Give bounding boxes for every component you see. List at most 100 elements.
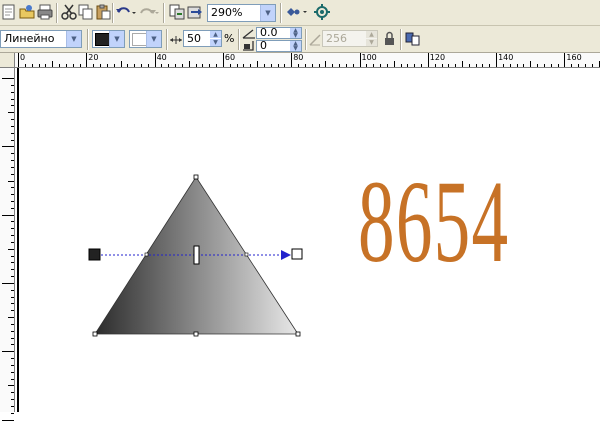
open-icon[interactable] xyxy=(18,3,36,21)
ruler-tick xyxy=(11,235,14,237)
redo-icon[interactable] xyxy=(138,3,160,21)
ruler-tick xyxy=(11,187,14,189)
copy-fill-properties-icon[interactable] xyxy=(404,30,422,48)
ruler-tick xyxy=(11,228,14,230)
ruler-tick xyxy=(509,64,511,67)
ruler-tick xyxy=(195,64,197,67)
ruler-tick xyxy=(236,64,238,67)
print-icon[interactable] xyxy=(36,3,54,21)
ruler-label: 140 xyxy=(498,53,514,62)
ruler-tick xyxy=(11,289,14,291)
ruler-tick xyxy=(11,364,14,366)
midpoint-icon xyxy=(169,31,183,49)
ruler-tick xyxy=(120,61,122,67)
artistic-text-object[interactable]: 8654 xyxy=(358,163,509,281)
ruler-tick xyxy=(113,64,115,67)
spin-up-icon[interactable]: ▲ xyxy=(366,31,377,38)
ruler-tick xyxy=(11,310,14,312)
paste-icon[interactable] xyxy=(94,3,112,21)
ruler-tick xyxy=(11,358,14,359)
gradient-start-handle[interactable] xyxy=(88,248,101,261)
steps-lock-icon[interactable] xyxy=(308,31,322,49)
ruler-tick xyxy=(202,64,204,67)
spin-down-icon[interactable]: ▼ xyxy=(290,46,301,52)
spin-down-icon[interactable]: ▼ xyxy=(290,33,301,39)
zoom-level-dropdown[interactable]: 290% ▼ xyxy=(207,4,276,22)
chevron-down-icon: ▼ xyxy=(146,31,161,47)
ruler-tick xyxy=(2,214,14,216)
canvas-graphics xyxy=(88,174,303,337)
standard-toolbar: 290% ▼ xyxy=(0,0,600,26)
fill-type-dropdown[interactable]: Линейно ▼ xyxy=(0,30,82,48)
copy-icon[interactable] xyxy=(77,3,95,21)
ruler-tick xyxy=(291,53,293,67)
midpoint-unit: % xyxy=(224,32,235,45)
ruler-tick xyxy=(318,64,320,67)
spin-down-icon[interactable]: ▼ xyxy=(210,39,221,46)
angle-spinner[interactable]: 0.0 ▲ ▼ xyxy=(256,27,302,39)
selection-node[interactable] xyxy=(92,331,98,337)
ruler-tick xyxy=(11,344,14,346)
ruler-tick xyxy=(18,53,19,67)
app-launcher-icon[interactable] xyxy=(285,3,309,21)
gradient-midpoint-handle[interactable] xyxy=(193,245,200,265)
start-color-picker[interactable]: ▼ xyxy=(92,30,125,48)
new-icon[interactable] xyxy=(0,3,18,21)
toolbar-separator xyxy=(238,29,240,50)
ruler-tick xyxy=(270,64,272,67)
ruler-tick xyxy=(222,53,224,67)
gradient-end-handle[interactable] xyxy=(291,248,303,260)
ruler-label: 40 xyxy=(156,53,167,62)
end-color-picker[interactable]: ▼ xyxy=(129,30,162,48)
ruler-tick xyxy=(229,64,231,67)
ruler-tick xyxy=(277,64,279,67)
ruler-tick xyxy=(441,64,443,67)
ruler-label: 160 xyxy=(566,53,582,62)
ruler-tick xyxy=(134,64,136,67)
drawing-canvas[interactable]: 8654 xyxy=(15,68,600,412)
lock-steps-icon[interactable] xyxy=(381,30,399,48)
spin-up-icon[interactable]: ▲ xyxy=(210,31,221,38)
selection-node[interactable] xyxy=(295,331,301,337)
ruler-tick xyxy=(578,64,580,67)
ruler-tick xyxy=(79,64,81,67)
ruler-tick xyxy=(352,64,354,67)
vector-node[interactable] xyxy=(144,252,149,257)
ruler-tick xyxy=(11,378,14,380)
ruler-tick xyxy=(11,132,14,134)
steps-spinner[interactable]: 256 ▲ ▼ xyxy=(322,30,378,47)
cut-icon[interactable] xyxy=(60,3,78,21)
corel-online-icon[interactable] xyxy=(313,3,331,21)
ruler-tick xyxy=(181,64,183,67)
horizontal-ruler[interactable]: 0 20 40 60 80 100 120 140 160 xyxy=(15,53,600,68)
ruler-tick xyxy=(455,64,457,67)
ruler-tick xyxy=(537,64,539,67)
vertical-ruler[interactable] xyxy=(0,68,15,421)
chevron-down-icon: ▼ xyxy=(109,31,124,47)
selection-node[interactable] xyxy=(193,331,199,337)
ruler-tick xyxy=(2,78,14,79)
import-icon[interactable] xyxy=(168,3,186,21)
export-icon[interactable] xyxy=(186,3,204,21)
ruler-tick xyxy=(284,64,286,67)
ruler-tick xyxy=(11,105,14,107)
ruler-tick xyxy=(11,221,14,223)
ruler-corner[interactable] xyxy=(0,53,15,68)
toolbar-separator xyxy=(87,29,89,50)
midpoint-spinner[interactable]: 50 ▲ ▼ xyxy=(183,30,222,47)
toolbar-separator xyxy=(163,3,165,23)
ruler-tick xyxy=(523,64,525,67)
ruler-tick xyxy=(31,64,33,67)
ruler-label: 80 xyxy=(293,53,304,62)
spin-down-icon[interactable]: ▼ xyxy=(366,39,377,46)
ruler-tick xyxy=(11,399,14,400)
undo-icon[interactable] xyxy=(115,3,137,21)
selection-node[interactable] xyxy=(193,174,199,180)
ruler-tick xyxy=(11,392,14,394)
ruler-tick xyxy=(393,61,395,67)
vector-node[interactable] xyxy=(244,252,249,257)
ruler-tick xyxy=(502,64,504,67)
angle-icon xyxy=(242,28,256,39)
edge-pad-spinner[interactable]: 0 ▲ ▼ xyxy=(256,40,302,52)
ruler-tick xyxy=(11,405,14,407)
